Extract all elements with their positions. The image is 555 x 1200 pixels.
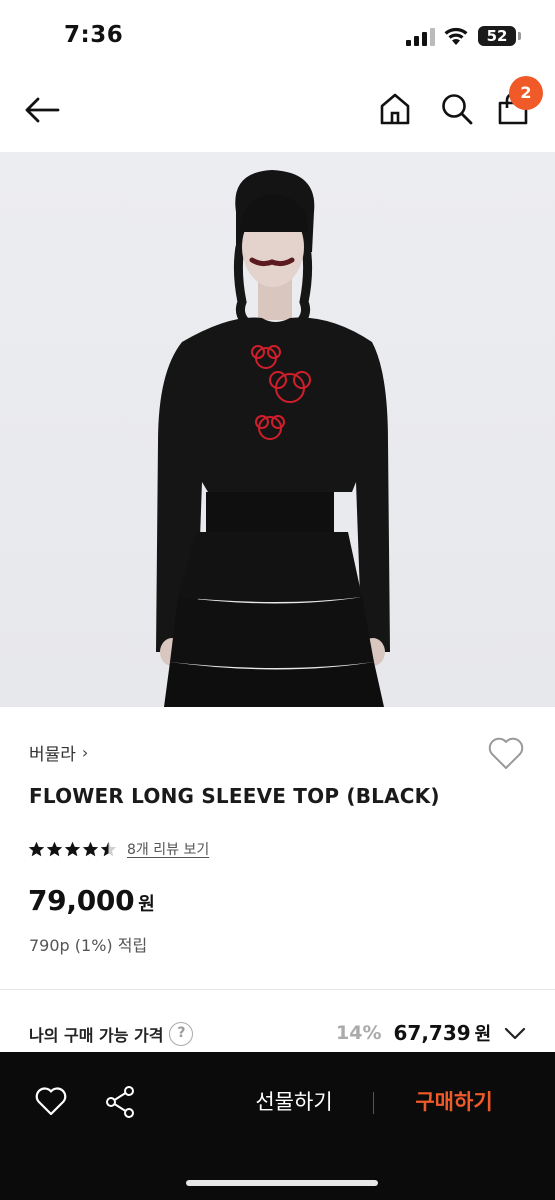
star-icon [100,841,117,856]
review-link[interactable]: 8개 리뷰 보기 [127,839,209,859]
price-unit: 원 [138,894,155,915]
buy-button[interactable]: 구매하기 [394,1084,514,1120]
star-icon [64,841,81,856]
brand-link[interactable]: 버뮬라 › [29,740,88,765]
status-bar: 7:36 52 [0,0,555,72]
bottom-action-bar: 선물하기 구매하기 [0,1052,555,1200]
my-price-label: 나의 구매 가능 가격 ? [29,1022,194,1046]
wishlist-heart-button[interactable] [486,734,526,772]
divider [0,989,555,990]
star-rating [28,841,117,858]
search-button[interactable] [439,91,475,127]
button-separator [373,1092,374,1114]
star-icon [82,841,99,856]
discount-rate: 14% [336,1022,382,1044]
reward-points: 790p (1%) 적립 [29,936,148,955]
status-time: 7:36 [64,22,124,48]
share-icon[interactable] [104,1085,136,1119]
back-button[interactable] [22,92,62,128]
wifi-icon [444,27,468,45]
star-icon [28,841,45,856]
my-price: 14% 67,739 원 [336,1020,491,1046]
chevron-right-icon: › [81,743,89,762]
gift-button[interactable]: 선물하기 [234,1084,354,1120]
product-price: 79,000 [28,884,135,917]
product-title: FLOWER LONG SLEEVE TOP (BLACK) [29,784,440,808]
cellular-signal-icon [406,28,435,46]
rating-row: 8개 리뷰 보기 [28,838,209,860]
price-row: 79,000 원 [28,884,155,917]
product-photo [156,170,390,707]
top-nav: 2 [0,72,555,152]
brand-name: 버뮬라 [29,745,76,765]
cart-count-badge: 2 [509,76,543,110]
star-icon [46,841,63,856]
battery-level: 52 [486,27,508,45]
product-image[interactable] [0,152,555,707]
battery-indicator: 52 [478,26,516,46]
home-indicator [186,1180,378,1186]
chevron-down-icon[interactable] [503,1022,527,1044]
heart-icon[interactable] [34,1085,68,1117]
my-price-value: 67,739 [393,1021,471,1045]
my-price-label-text: 나의 구매 가능 가격 [29,1026,164,1045]
help-icon[interactable]: ? [169,1022,194,1046]
my-price-unit: 원 [474,1024,492,1045]
battery-cap [518,32,521,40]
home-button[interactable] [377,91,413,127]
